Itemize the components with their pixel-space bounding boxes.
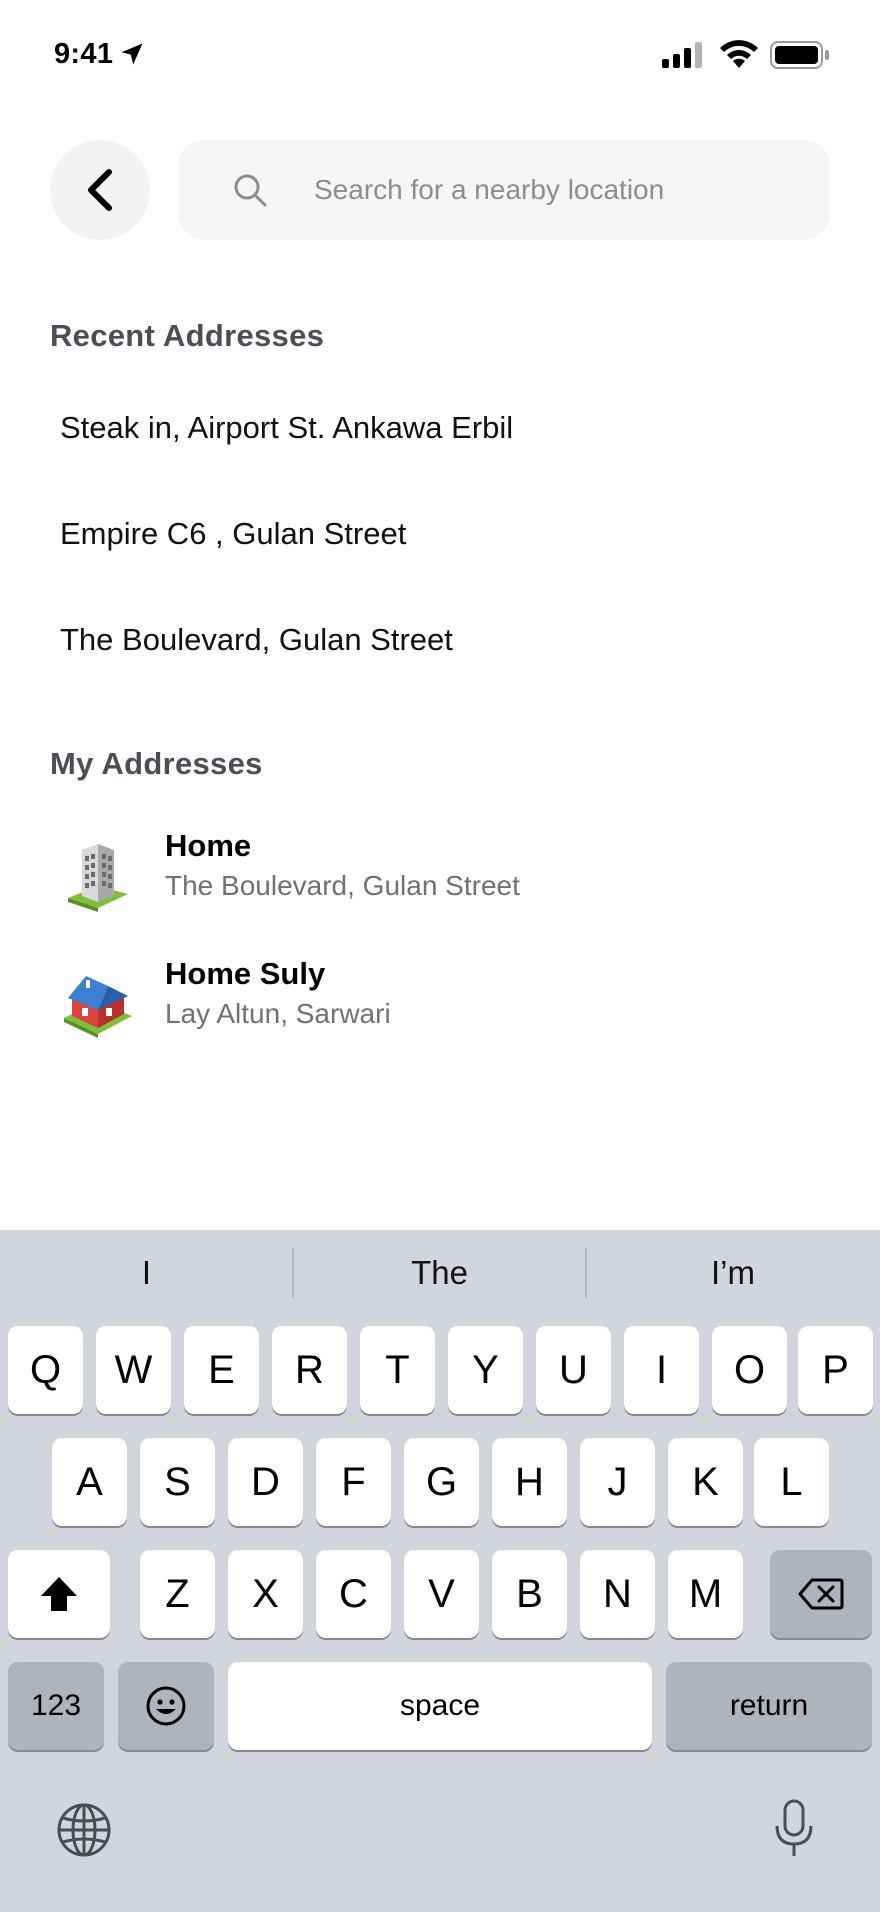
key-y[interactable]: Y [448,1326,523,1414]
key-s[interactable]: S [140,1438,215,1526]
keyboard-suggestion[interactable]: I’m [586,1230,880,1315]
key-k[interactable]: K [668,1438,743,1526]
recent-address-item[interactable]: Empire C6 , Gulan Street [60,516,406,552]
keyboard: I The I’m Q W E R T Y U I O P A S D F G … [0,1230,880,1912]
return-key[interactable]: return [666,1662,872,1750]
key-b[interactable]: B [492,1550,567,1638]
shift-key[interactable] [8,1550,110,1638]
saved-address-detail: Lay Altun, Sarwari [165,998,391,1029]
office-building-icon [68,844,128,912]
key-n[interactable]: N [580,1550,655,1638]
recent-addresses-title: Recent Addresses [50,318,325,353]
key-t[interactable]: T [360,1326,435,1414]
key-e[interactable]: E [184,1326,259,1414]
recent-address-item[interactable]: Steak in, Airport St. Ankawa Erbil [60,410,513,446]
emoji-key[interactable] [118,1662,214,1750]
emoji-smiley-icon [146,1686,186,1726]
key-m[interactable]: M [668,1550,743,1638]
microphone-icon[interactable] [772,1798,816,1860]
keyboard-suggestion[interactable]: I [0,1230,293,1315]
saved-address-home-suly[interactable]: Home Suly Lay Altun, Sarwari [50,956,830,1056]
search-bar[interactable] [178,140,830,240]
key-d[interactable]: D [228,1438,303,1526]
key-r[interactable]: R [272,1326,347,1414]
saved-address-name: Home Suly [165,956,326,991]
key-f[interactable]: F [316,1438,391,1526]
backspace-icon [798,1578,844,1610]
key-u[interactable]: U [536,1326,611,1414]
back-button[interactable] [50,140,150,240]
wifi-icon [720,40,758,68]
search-input[interactable] [314,140,814,240]
shift-arrow-icon [41,1577,77,1611]
key-v[interactable]: V [404,1550,479,1638]
keyboard-suggestion[interactable]: The [293,1230,586,1315]
key-g[interactable]: G [404,1438,479,1526]
key-x[interactable]: X [228,1550,303,1638]
key-z[interactable]: Z [140,1550,215,1638]
status-time: 9:41 [54,38,114,70]
chevron-left-icon [88,169,112,211]
key-j[interactable]: J [580,1438,655,1526]
battery-icon [770,41,829,69]
key-h[interactable]: H [492,1438,567,1526]
saved-address-name: Home [165,828,252,863]
numbers-key[interactable]: 123 [8,1662,104,1750]
key-l[interactable]: L [754,1438,829,1526]
space-key[interactable]: space [228,1662,652,1750]
my-addresses-title: My Addresses [50,746,263,781]
recent-address-item[interactable]: The Boulevard, Gulan Street [60,622,453,658]
saved-address-detail: The Boulevard, Gulan Street [165,870,520,901]
key-c[interactable]: C [316,1550,391,1638]
search-icon [234,174,267,207]
house-icon [64,976,132,1038]
globe-icon[interactable] [56,1802,112,1858]
key-a[interactable]: A [52,1438,127,1526]
saved-address-home[interactable]: Home The Boulevard, Gulan Street [50,828,830,928]
key-p[interactable]: P [798,1326,873,1414]
key-w[interactable]: W [96,1326,171,1414]
key-o[interactable]: O [712,1326,787,1414]
status-bar: 9:41 [0,0,880,110]
cellular-signal-icon [662,42,702,68]
delete-key[interactable] [770,1550,872,1638]
key-i[interactable]: I [624,1326,699,1414]
location-arrow-icon [121,43,143,65]
key-q[interactable]: Q [8,1326,83,1414]
